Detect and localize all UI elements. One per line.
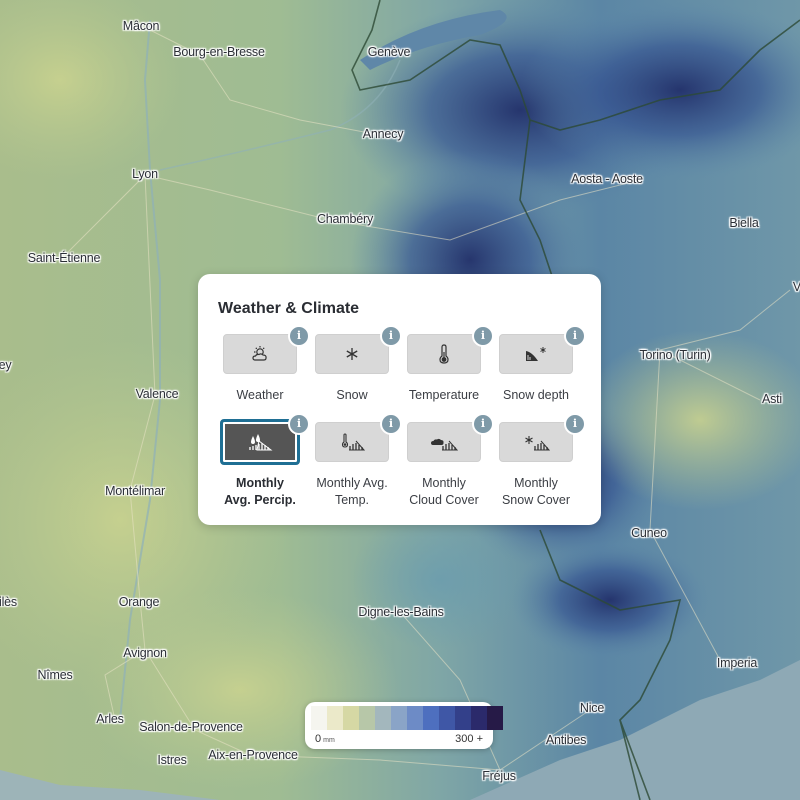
- layer-weather[interactable]: i Weather: [218, 325, 310, 424]
- city-label[interactable]: Avignon: [123, 646, 167, 660]
- city-label[interactable]: Asti: [762, 392, 782, 406]
- city-label[interactable]: Istres: [157, 753, 187, 767]
- city-label[interactable]: Aix-en-Provence: [208, 748, 298, 762]
- legend-swatch: [359, 706, 375, 730]
- legend-swatch: [487, 706, 503, 730]
- snow-depth-icon: [526, 347, 546, 361]
- panel-title: Weather & Climate: [218, 300, 360, 317]
- city-label[interactable]: Digne-les-Bains: [358, 605, 443, 619]
- layer-label: Snow: [336, 388, 368, 402]
- legend-swatch: [327, 706, 343, 730]
- city-label[interactable]: Nice: [580, 701, 604, 715]
- city-label[interactable]: Antibes: [546, 733, 586, 747]
- city-label[interactable]: Saint-Étienne: [28, 251, 101, 265]
- legend-swatch: [471, 706, 487, 730]
- layer-button[interactable]: [407, 334, 481, 374]
- legend-swatch: [391, 706, 407, 730]
- cloud-chart-icon: [431, 438, 458, 451]
- layer-snow[interactable]: i Snow: [310, 325, 402, 424]
- layer-label: Temperature: [408, 388, 480, 402]
- snowflake-icon: [346, 348, 358, 360]
- legend-unit: mm: [323, 737, 335, 744]
- legend-swatch: [375, 706, 391, 730]
- layer-label: Monthly Cloud Cover: [409, 476, 479, 507]
- legend-swatch: [455, 706, 471, 730]
- city-label[interactable]: Genève: [368, 45, 411, 59]
- legend-max-label: 300 +: [455, 733, 483, 745]
- layer-label: Monthly Avg. Temp.: [316, 476, 388, 507]
- thermometer-icon: [439, 344, 449, 364]
- legend-swatch: [439, 706, 455, 730]
- city-label[interactable]: Montélimar: [105, 484, 165, 498]
- city-label[interactable]: Aosta - Aoste: [571, 172, 643, 186]
- city-label[interactable]: Biella: [729, 216, 759, 230]
- city-label[interactable]: Lyon: [132, 167, 158, 181]
- layer-temperature[interactable]: i Temperature: [402, 325, 494, 424]
- info-icon[interactable]: i: [564, 413, 586, 435]
- city-label[interactable]: Bourg-en-Bresse: [173, 45, 265, 59]
- layer-button[interactable]: [407, 422, 481, 462]
- city-label[interactable]: Imperia: [717, 656, 757, 670]
- layer-label: Weather: [236, 388, 284, 402]
- layer-button[interactable]: [315, 422, 389, 462]
- layer-monthly-snow-cover[interactable]: i Monthly Snow Cover: [494, 413, 586, 512]
- info-icon[interactable]: i: [564, 325, 586, 347]
- layer-button[interactable]: [499, 334, 573, 374]
- city-label[interactable]: Salon-de-Provence: [139, 720, 243, 734]
- city-label[interactable]: ilès: [0, 595, 17, 609]
- city-label[interactable]: Mâcon: [123, 19, 160, 33]
- layer-snow-depth[interactable]: i Snow depth: [494, 325, 586, 424]
- city-label[interactable]: Torino (Turin): [639, 348, 710, 362]
- city-label[interactable]: ey: [0, 358, 12, 372]
- city-label[interactable]: V: [793, 280, 800, 294]
- legend-swatch: [343, 706, 359, 730]
- city-label[interactable]: Orange: [119, 595, 160, 609]
- precipitation-legend: 0 mm 300 +: [305, 702, 503, 749]
- layer-label: Monthly Snow Cover: [501, 476, 571, 507]
- legend-swatch: [311, 706, 327, 730]
- snow-chart-icon: [525, 436, 550, 451]
- info-icon[interactable]: i: [288, 325, 310, 347]
- info-icon[interactable]: i: [472, 325, 494, 347]
- layer-monthly-avg-temp[interactable]: i Monthly Avg. Temp.: [310, 413, 402, 512]
- info-icon[interactable]: i: [288, 413, 310, 435]
- sun-cloud-icon: [252, 346, 267, 361]
- city-label[interactable]: Chambéry: [317, 212, 373, 226]
- city-label[interactable]: Arles: [96, 712, 124, 726]
- temperature-chart-icon: [341, 433, 365, 451]
- legend-swatch: [407, 706, 423, 730]
- city-label[interactable]: Valence: [136, 387, 179, 401]
- legend-color-scale: [311, 706, 503, 730]
- info-icon[interactable]: i: [380, 325, 402, 347]
- legend-min-label: 0 mm: [315, 733, 335, 745]
- layer-monthly-avg-percip[interactable]: i Monthly Avg. Percip.: [218, 413, 310, 512]
- layer-button[interactable]: [315, 334, 389, 374]
- city-label[interactable]: Nîmes: [37, 668, 72, 682]
- info-icon[interactable]: i: [380, 413, 402, 435]
- layer-button[interactable]: [223, 334, 297, 374]
- precipitation-chart-icon: [249, 434, 273, 451]
- city-label[interactable]: Cuneo: [631, 526, 667, 540]
- info-icon[interactable]: i: [472, 413, 494, 435]
- layer-button[interactable]: [499, 422, 573, 462]
- layer-label: Monthly Avg. Percip.: [224, 476, 296, 507]
- layer-monthly-cloud-cover[interactable]: i Monthly Cloud Cover: [402, 413, 494, 512]
- layer-label: Snow depth: [502, 388, 570, 402]
- city-label[interactable]: Fréjus: [482, 769, 516, 783]
- legend-swatch: [423, 706, 439, 730]
- city-label[interactable]: Annecy: [363, 127, 404, 141]
- weather-climate-panel: Weather & Climate i Weather i Snow i Tem…: [198, 274, 601, 525]
